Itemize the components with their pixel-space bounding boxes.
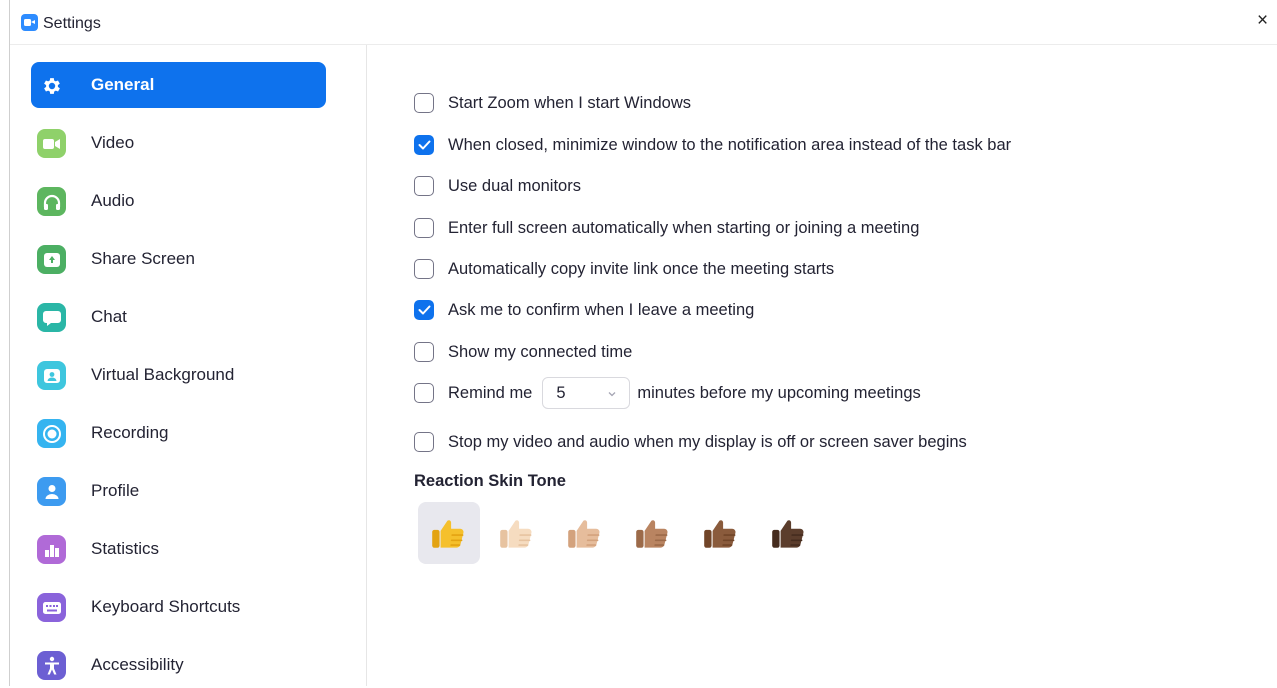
skin-tone-light-button[interactable] [486, 502, 548, 564]
close-icon[interactable]: × [1257, 11, 1271, 30]
bar-chart-icon [37, 535, 66, 564]
option-confirm-leave-meeting[interactable]: Ask me to confirm when I leave a meeting [414, 299, 754, 321]
thumbs-up-icon [568, 520, 600, 548]
option-start-zoom-with-windows[interactable]: Start Zoom when I start Windows [414, 92, 691, 114]
sidebar-item-label: Virtual Background [91, 365, 235, 384]
sidebar-item-label: Audio [91, 191, 135, 210]
accessibility-icon [37, 651, 66, 680]
reaction-skin-tone-title: Reaction Skin Tone [414, 472, 566, 490]
headphones-icon [37, 187, 66, 216]
sidebar-item-profile[interactable]: Profile [31, 468, 326, 514]
skin-tone-medium-button[interactable] [622, 502, 684, 564]
option-label: Use dual monitors [448, 176, 581, 195]
general-settings-panel: Start Zoom when I start Windows When clo… [367, 45, 1277, 686]
sidebar-item-label: Profile [91, 481, 140, 500]
option-minimize-to-notification-area[interactable]: When closed, minimize window to the noti… [414, 134, 1011, 156]
sidebar-item-statistics[interactable]: Statistics [31, 526, 326, 572]
sidebar-item-label: Accessibility [91, 655, 184, 674]
checkbox[interactable] [414, 342, 434, 362]
checkbox[interactable] [414, 300, 434, 320]
gear-icon [37, 71, 66, 100]
thumbs-up-icon [432, 520, 464, 548]
option-label: Start Zoom when I start Windows [448, 93, 691, 112]
sidebar-item-share-screen[interactable]: Share Screen [31, 236, 326, 282]
remind-suffix-label: minutes before my upcoming meetings [637, 383, 921, 402]
option-label: Show my connected time [448, 342, 633, 361]
thumbs-up-icon [772, 520, 804, 548]
chevron-down-icon [607, 386, 617, 404]
option-label: When closed, minimize window to the noti… [448, 135, 1012, 154]
remind-minutes-value: 5 [556, 384, 566, 402]
person-icon [37, 477, 66, 506]
thumbs-up-icon [704, 520, 736, 548]
checkbox[interactable] [414, 218, 434, 238]
sidebar-item-label: Share Screen [91, 249, 195, 268]
sidebar-item-virtual-background[interactable]: Virtual Background [31, 352, 326, 398]
checkbox[interactable] [414, 432, 434, 452]
sidebar-item-label: General [91, 75, 155, 94]
sidebar-item-video[interactable]: Video [31, 120, 326, 166]
thumbs-up-icon [636, 520, 668, 548]
keyboard-icon [37, 593, 66, 622]
sidebar-item-chat[interactable]: Chat [31, 294, 326, 340]
record-icon [37, 419, 66, 448]
option-stop-video-display-off[interactable]: Stop my video and audio when my display … [414, 431, 967, 453]
sidebar-item-label: Keyboard Shortcuts [91, 597, 241, 616]
option-show-connected-time[interactable]: Show my connected time [414, 341, 632, 363]
option-label: Automatically copy invite link once the … [448, 259, 835, 278]
option-full-screen-automatically[interactable]: Enter full screen automatically when sta… [414, 217, 919, 239]
sidebar-item-general[interactable]: General [31, 62, 326, 108]
skin-tone-default-button[interactable] [418, 502, 480, 564]
sidebar-item-label: Chat [91, 307, 127, 326]
sidebar-item-label: Recording [91, 423, 169, 442]
sidebar-item-label: Video [91, 133, 135, 152]
checkbox[interactable] [414, 176, 434, 196]
checkbox[interactable] [414, 383, 434, 403]
checkmark-icon [418, 140, 430, 150]
sidebar-item-label: Statistics [91, 539, 160, 558]
sidebar-item-recording[interactable]: Recording [31, 410, 326, 456]
video-camera-icon [37, 129, 66, 158]
option-label: Stop my video and audio when my display … [448, 432, 967, 451]
share-screen-icon [37, 245, 66, 274]
skin-tone-medium-dark-button[interactable] [690, 502, 752, 564]
checkbox[interactable] [414, 135, 434, 155]
skin-tone-medium-light-button[interactable] [554, 502, 616, 564]
option-copy-invite-link[interactable]: Automatically copy invite link once the … [414, 258, 834, 280]
checkbox[interactable] [414, 259, 434, 279]
sidebar-item-accessibility[interactable]: Accessibility [31, 642, 326, 688]
option-label: Ask me to confirm when I leave a meeting [448, 300, 755, 319]
sidebar-item-keyboard-shortcuts[interactable]: Keyboard Shortcuts [31, 584, 326, 630]
settings-sidebar: General Video Audio Share Screen Chat Vi… [10, 45, 367, 686]
option-dual-monitors[interactable]: Use dual monitors [414, 175, 581, 197]
remind-prefix-label: Remind me [448, 383, 533, 402]
window-title: Settings [43, 15, 101, 32]
checkmark-icon [418, 305, 430, 315]
sidebar-item-audio[interactable]: Audio [31, 178, 326, 224]
option-remind-me[interactable]: Remind me 5 minutes before my upcoming m… [414, 377, 921, 409]
remind-minutes-select[interactable]: 5 [542, 377, 631, 409]
zoom-app-icon [21, 14, 38, 31]
person-background-icon [37, 361, 66, 390]
checkbox[interactable] [414, 93, 434, 113]
skin-tone-dark-button[interactable] [758, 502, 820, 564]
title-bar: Settings × [10, 0, 1277, 45]
option-label: Enter full screen automatically when sta… [448, 218, 920, 237]
chat-bubble-icon [37, 303, 66, 332]
thumbs-up-icon [500, 520, 532, 548]
